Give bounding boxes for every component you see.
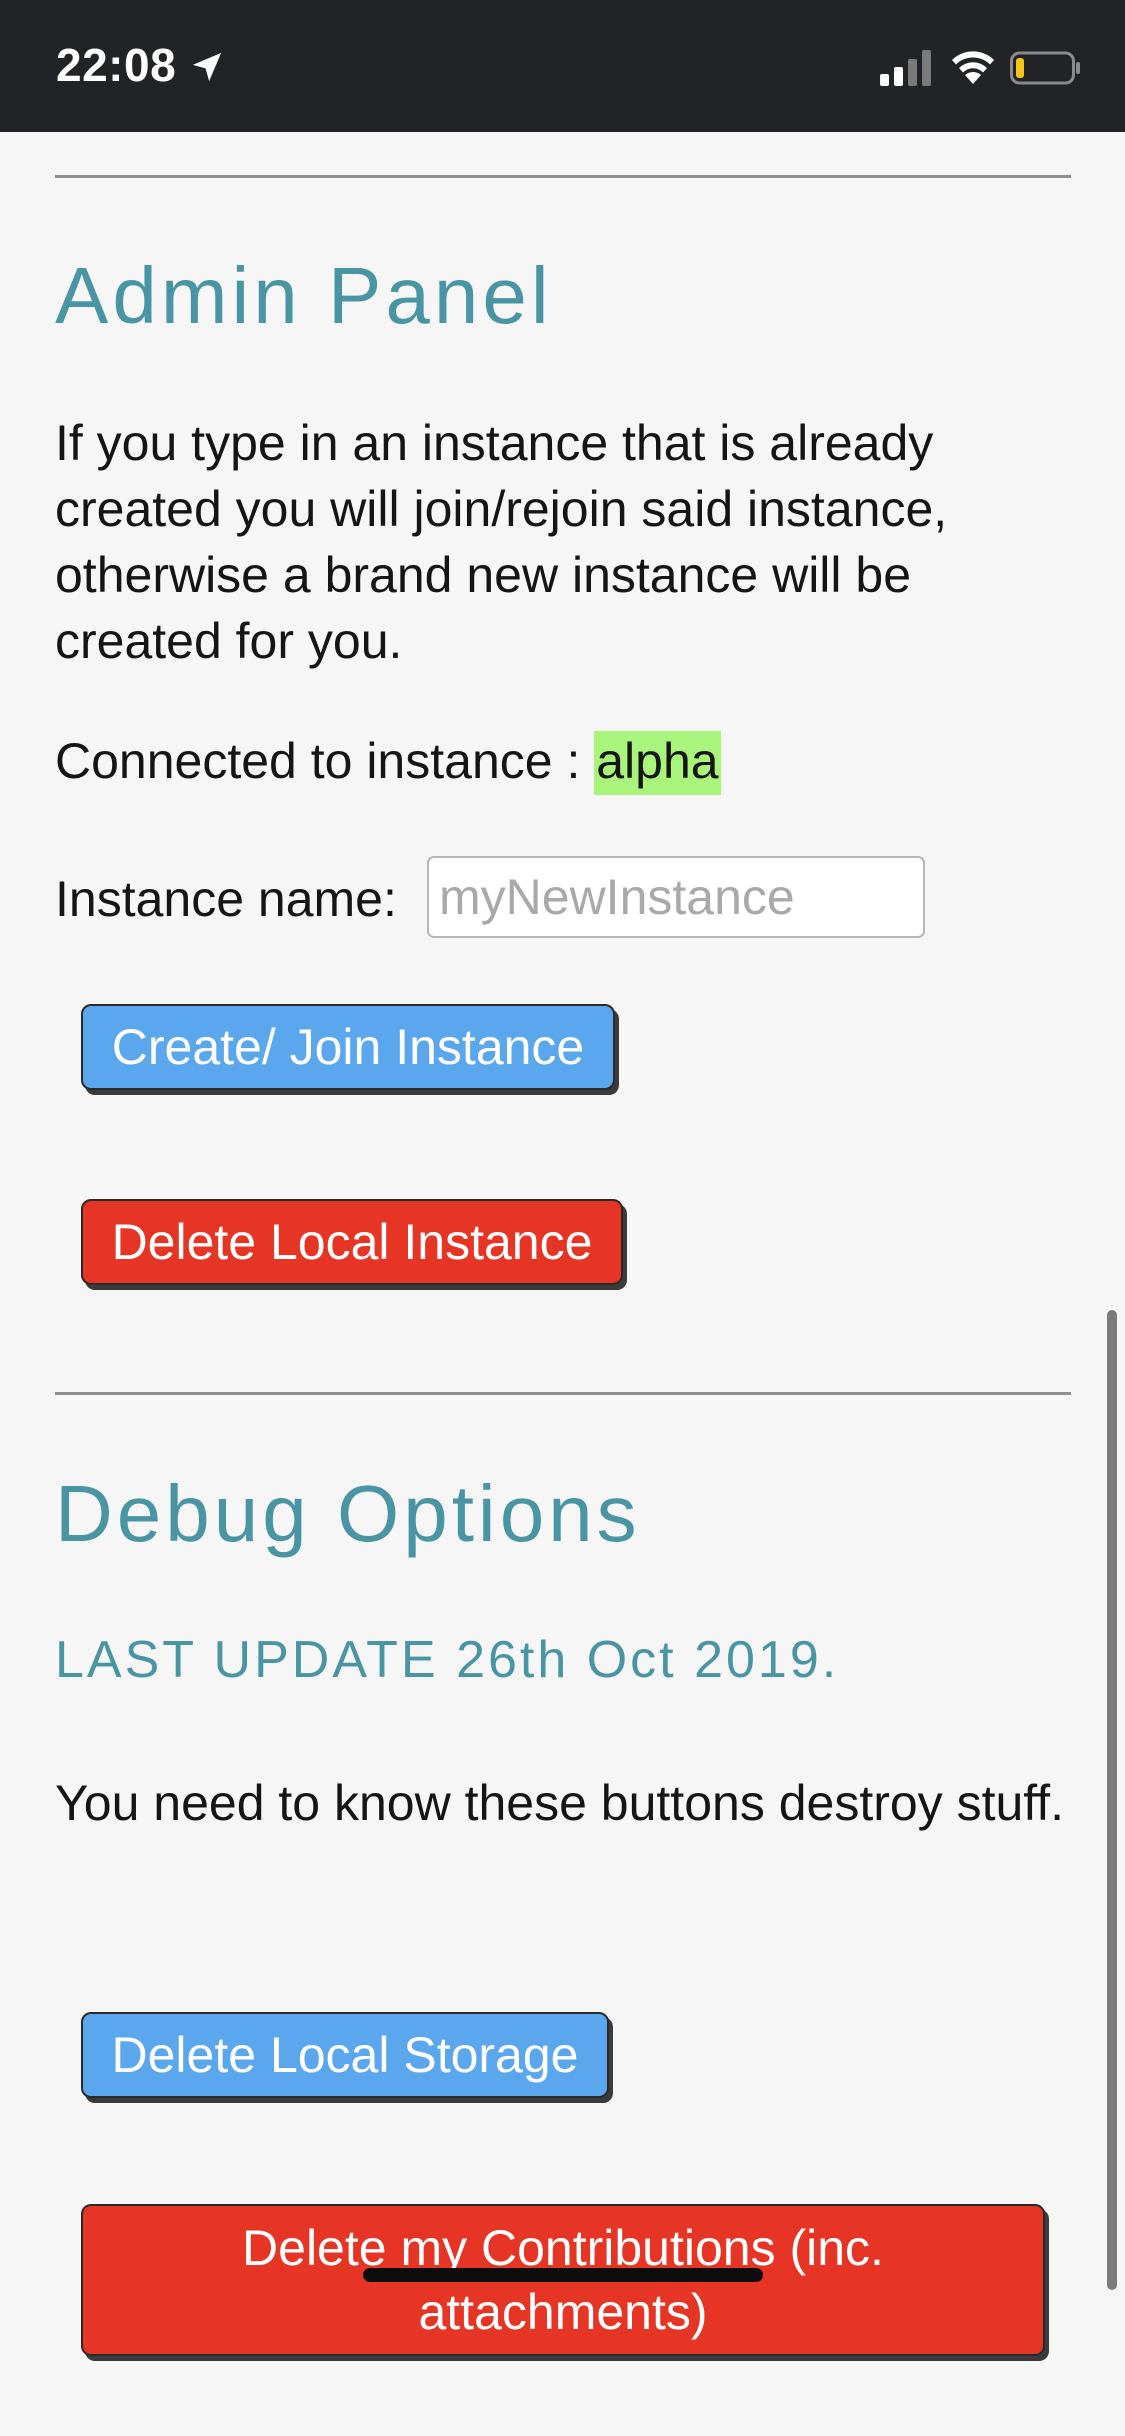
connected-instance-value: alpha — [594, 731, 721, 795]
delete-local-instance-button[interactable]: Delete Local Instance — [81, 1199, 623, 1285]
admin-panel-title: Admin Panel — [55, 251, 553, 340]
status-bar: 22:08 — [0, 0, 1125, 132]
admin-description: If you type in an instance that is alrea… — [55, 415, 948, 669]
last-update-text: LAST UPDATE 26th Oct 2019. — [55, 1631, 840, 1689]
wifi-icon — [952, 51, 994, 84]
debug-options-title: Debug Options — [55, 1469, 641, 1558]
instance-name-input[interactable] — [427, 856, 925, 938]
connected-status: Connected to instance : alpha — [55, 728, 721, 795]
page-content: Admin Panel If you type in an instance t… — [0, 132, 1125, 2436]
location-arrow-icon — [192, 52, 222, 82]
delete-local-storage-button[interactable]: Delete Local Storage — [81, 2012, 609, 2098]
battery-icon — [1010, 51, 1080, 85]
status-time: 22:08 — [56, 39, 177, 91]
divider — [55, 1392, 1071, 1395]
create-join-instance-button[interactable]: Create/ Join Instance — [81, 1004, 615, 1090]
cellular-signal-icon — [880, 50, 931, 86]
debug-warning-text: You need to know these buttons destroy s… — [55, 1775, 1065, 1831]
connected-label: Connected to instance : — [55, 733, 581, 789]
scrollbar[interactable] — [1107, 1310, 1117, 2290]
instance-name-label: Instance name: — [55, 871, 397, 927]
home-indicator[interactable] — [363, 2268, 763, 2282]
divider — [55, 175, 1071, 178]
